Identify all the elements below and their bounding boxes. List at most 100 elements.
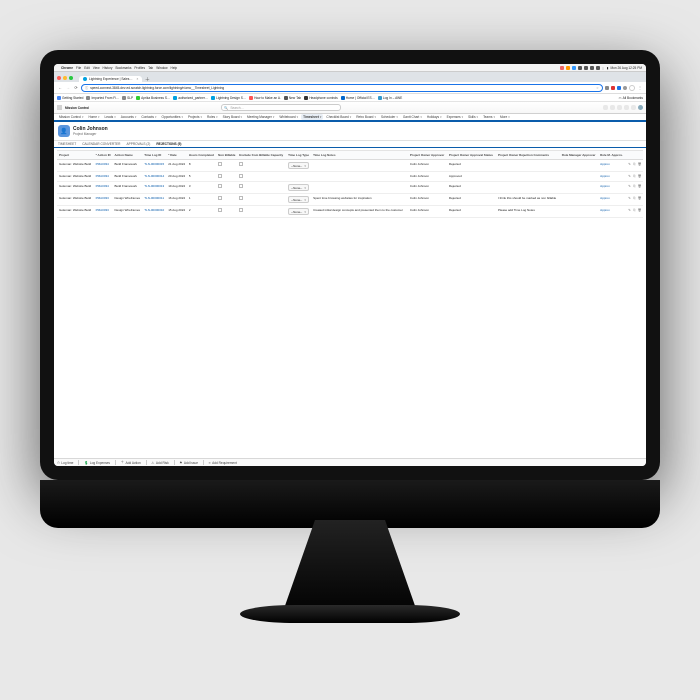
nav-item-holidays[interactable]: Holidays▾ (425, 114, 444, 120)
column-header[interactable]: Project Owner Approval Status (447, 151, 496, 160)
picklist[interactable]: --None--▾ (288, 208, 309, 215)
battery-icon[interactable]: ▮ (607, 66, 609, 70)
status-icon[interactable] (566, 66, 570, 70)
status-icon[interactable] (578, 66, 582, 70)
extension-icon[interactable] (617, 86, 621, 90)
window-close-button[interactable] (57, 76, 61, 80)
utility-log-time[interactable]: ⏱Log time (57, 461, 73, 465)
utility-log-expenses[interactable]: 💲Log Expenses (84, 461, 110, 465)
cell-time-log-id[interactable]: TLN-00000011 (143, 194, 167, 206)
app-launcher-icon[interactable] (57, 105, 62, 110)
checkbox-icon[interactable] (239, 184, 243, 188)
delete-icon[interactable]: 🗑 (638, 184, 642, 188)
nav-item-skills[interactable]: Skills▾ (466, 114, 480, 120)
bookmark-item[interactable]: Log In – AWE (378, 96, 402, 100)
nav-item-scheduler[interactable]: Scheduler▾ (379, 114, 400, 120)
edit-icon[interactable]: ✎ (628, 162, 632, 166)
column-header[interactable]: Time Log ID (143, 151, 167, 160)
delete-icon[interactable]: 🗑 (638, 162, 642, 166)
subtab-rejections[interactable]: REJECTIONS (5) (156, 142, 181, 146)
nav-item-home[interactable]: Home▾ (86, 114, 101, 120)
checkbox-icon[interactable] (218, 208, 222, 212)
cell-exclude[interactable] (238, 182, 287, 194)
checkbox-icon[interactable] (218, 196, 222, 200)
global-search[interactable]: 🔍 Search… (221, 104, 341, 111)
cell-rm-approve-link[interactable]: Approv. (599, 160, 626, 172)
cell-type[interactable] (287, 172, 312, 182)
nav-item-checklist-board[interactable]: Checklist Board▾ (324, 114, 353, 120)
cell-type[interactable]: --None--▾ (287, 194, 312, 206)
cell-rm-approve-link[interactable]: Approv. (599, 206, 626, 218)
checkbox-icon[interactable] (239, 208, 243, 212)
picklist[interactable]: --None--▾ (288, 196, 309, 203)
clone-icon[interactable]: ⎘ (633, 162, 637, 166)
nav-item-whiteboard[interactable]: Whiteboard▾ (277, 114, 300, 120)
edit-icon[interactable]: ✎ (628, 184, 632, 188)
cell-time-log-id[interactable]: TLN-00000014 (143, 172, 167, 182)
back-button[interactable]: ← (57, 85, 63, 91)
setup-gear-icon[interactable] (624, 105, 629, 110)
bookmark-item[interactable]: How to Make an A. (249, 96, 281, 100)
cell-type[interactable]: --None--▾ (287, 206, 312, 218)
bookmark-item[interactable]: Home | Official ES… (341, 96, 375, 100)
cell-non-billable[interactable] (217, 206, 238, 218)
clone-icon[interactable]: ⎘ (633, 174, 637, 178)
bookmark-item[interactable]: Getting Started (57, 96, 83, 100)
nav-item-gantt-chart[interactable]: Gantt Chart▾ (401, 114, 424, 120)
picklist[interactable]: --None--▾ (288, 162, 309, 169)
column-header[interactable]: Time Log Type (287, 151, 312, 160)
cell-non-billable[interactable] (217, 160, 238, 172)
notifications-icon[interactable] (631, 105, 636, 110)
utility-add-action[interactable]: ＋Add Action (121, 460, 141, 465)
profile-button[interactable] (629, 85, 635, 91)
reload-button[interactable]: ⟳ (73, 85, 79, 91)
tab-close-icon[interactable]: × (137, 77, 139, 81)
nav-item-contacts[interactable]: Contacts▾ (139, 114, 158, 120)
cell-exclude[interactable] (238, 160, 287, 172)
delete-icon[interactable]: 🗑 (638, 208, 642, 212)
utility-add-issue[interactable]: ⚑Add Issue (179, 461, 198, 465)
delete-icon[interactable]: 🗑 (638, 174, 642, 178)
wifi-icon[interactable]: ⋮ (602, 66, 605, 70)
bookmark-item[interactable]: Aprika Business S… (136, 96, 170, 100)
column-header[interactable]: Role Manager Approver (560, 151, 598, 160)
utility-add-risk[interactable]: ⚠Add Risk (151, 461, 168, 465)
chrome-menu-button[interactable]: ⋮ (637, 85, 643, 91)
menubar-item[interactable]: Tab (148, 66, 153, 70)
bookmark-item[interactable]: New Tab (284, 96, 301, 100)
column-header[interactable]: Hours Completed (187, 151, 216, 160)
cell-time-log-id[interactable]: TLN-00000010 (143, 206, 167, 218)
subtab-calendar[interactable]: CALENDAR CONVERTER (82, 142, 120, 146)
cell-rm-approve-link[interactable]: Approv. (599, 194, 626, 206)
address-bar[interactable]: ⓘ speed-connect-3845-dev-ed.scratch.ligh… (81, 84, 603, 92)
column-header[interactable]: Role M. Approv. (599, 151, 626, 160)
cell-exclude[interactable] (238, 206, 287, 218)
bookmark-folder[interactable]: Imported From Fi… (86, 96, 119, 100)
nav-item-teams[interactable]: Teams▾ (481, 114, 497, 120)
avatar[interactable] (638, 105, 643, 110)
checkbox-icon[interactable] (239, 162, 243, 166)
picklist[interactable]: --None--▾ (288, 184, 309, 191)
checkbox-icon[interactable] (239, 196, 243, 200)
cell-action-id[interactable]: PMA0034 (94, 172, 113, 182)
cell-non-billable[interactable] (217, 182, 238, 194)
column-header[interactable]: Time Log Notes (312, 151, 409, 160)
cell-action-id[interactable]: PMA0034 (94, 182, 113, 194)
site-info-icon[interactable]: ⓘ (85, 85, 88, 90)
all-bookmarks-button[interactable]: ▭All Bookmarks (619, 96, 643, 100)
cell-rm-approve-link[interactable]: Approv. (599, 182, 626, 194)
nav-item-leads[interactable]: Leads▾ (103, 114, 118, 120)
menubar-item[interactable]: Window (156, 66, 167, 70)
cell-exclude[interactable] (238, 172, 287, 182)
checkbox-icon[interactable] (239, 174, 243, 178)
help-icon[interactable] (617, 105, 622, 110)
checkbox-icon[interactable] (218, 174, 222, 178)
menubar-clock[interactable]: Mon 26 Aug 12:25 PM (610, 66, 642, 70)
subtab-timesheet[interactable]: TIMESHEET (58, 142, 76, 146)
column-header[interactable]: Project (57, 151, 94, 160)
cell-type[interactable]: --None--▾ (287, 160, 312, 172)
nav-item-story-board[interactable]: Story Board▾ (221, 114, 244, 120)
cell-exclude[interactable] (238, 194, 287, 206)
nav-item-projects[interactable]: Projects▾ (186, 114, 204, 120)
cell-time-log-id[interactable]: TLN-00000013 (143, 182, 167, 194)
